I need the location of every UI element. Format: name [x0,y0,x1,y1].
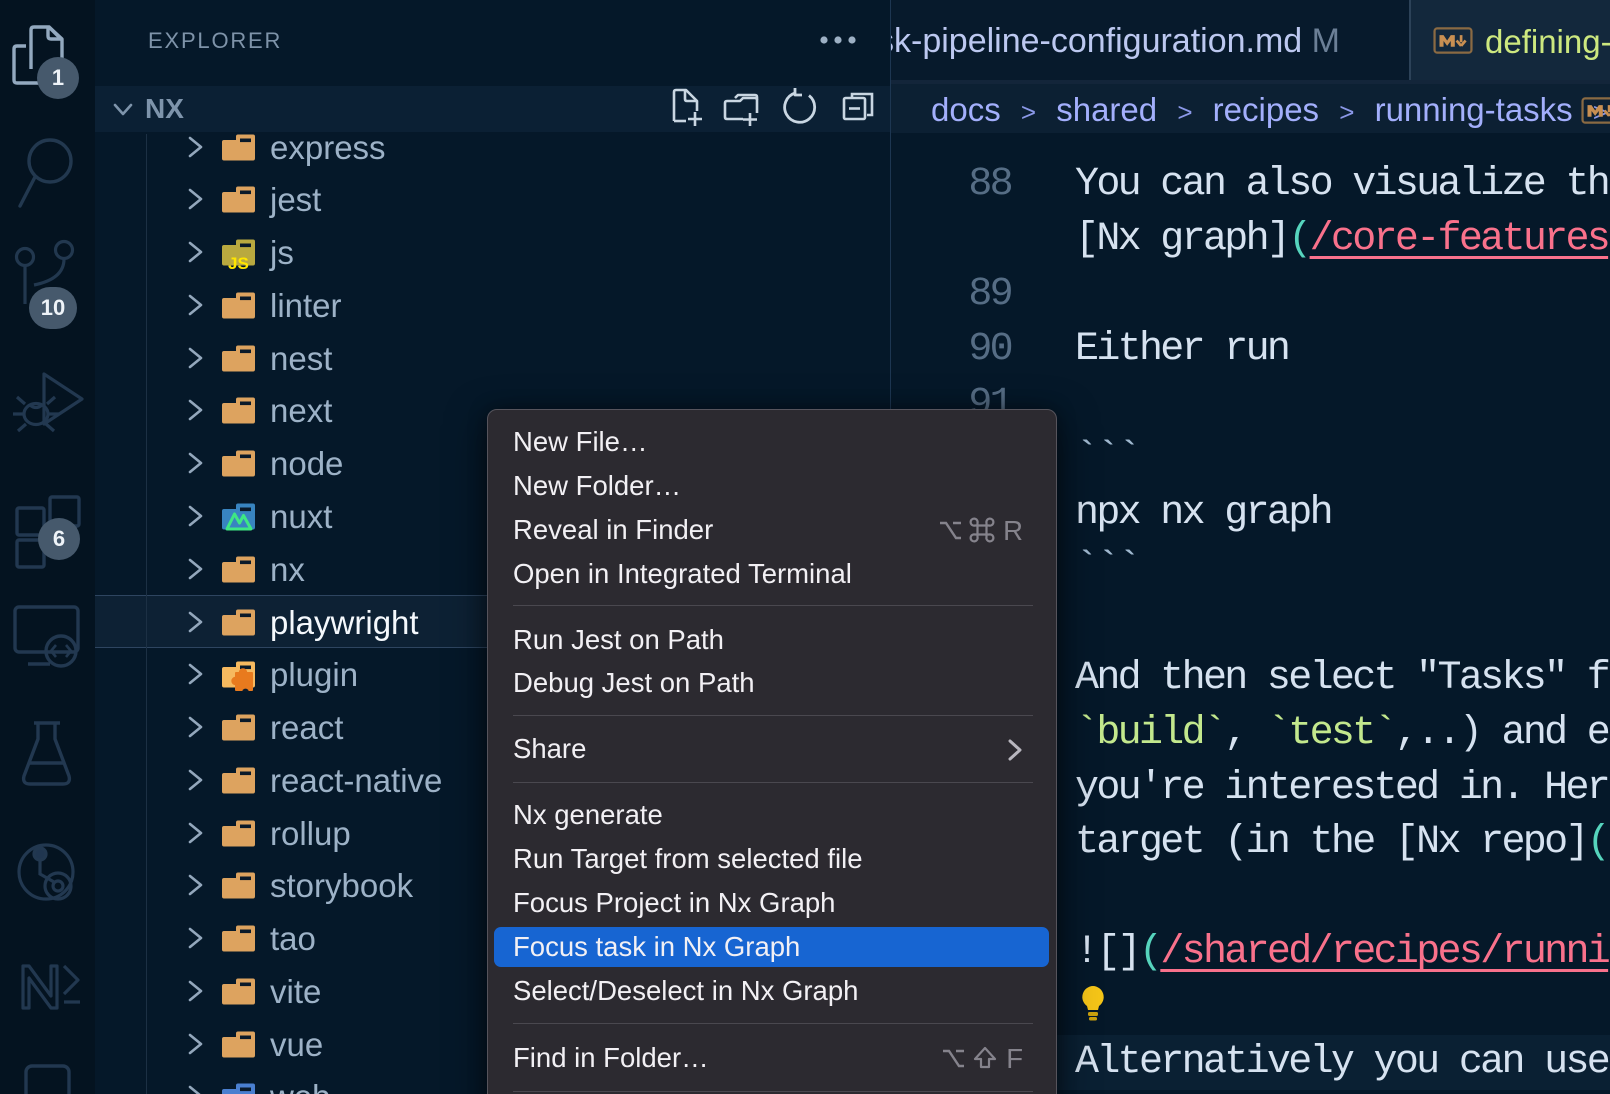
svg-text:JS: JS [228,254,249,270]
